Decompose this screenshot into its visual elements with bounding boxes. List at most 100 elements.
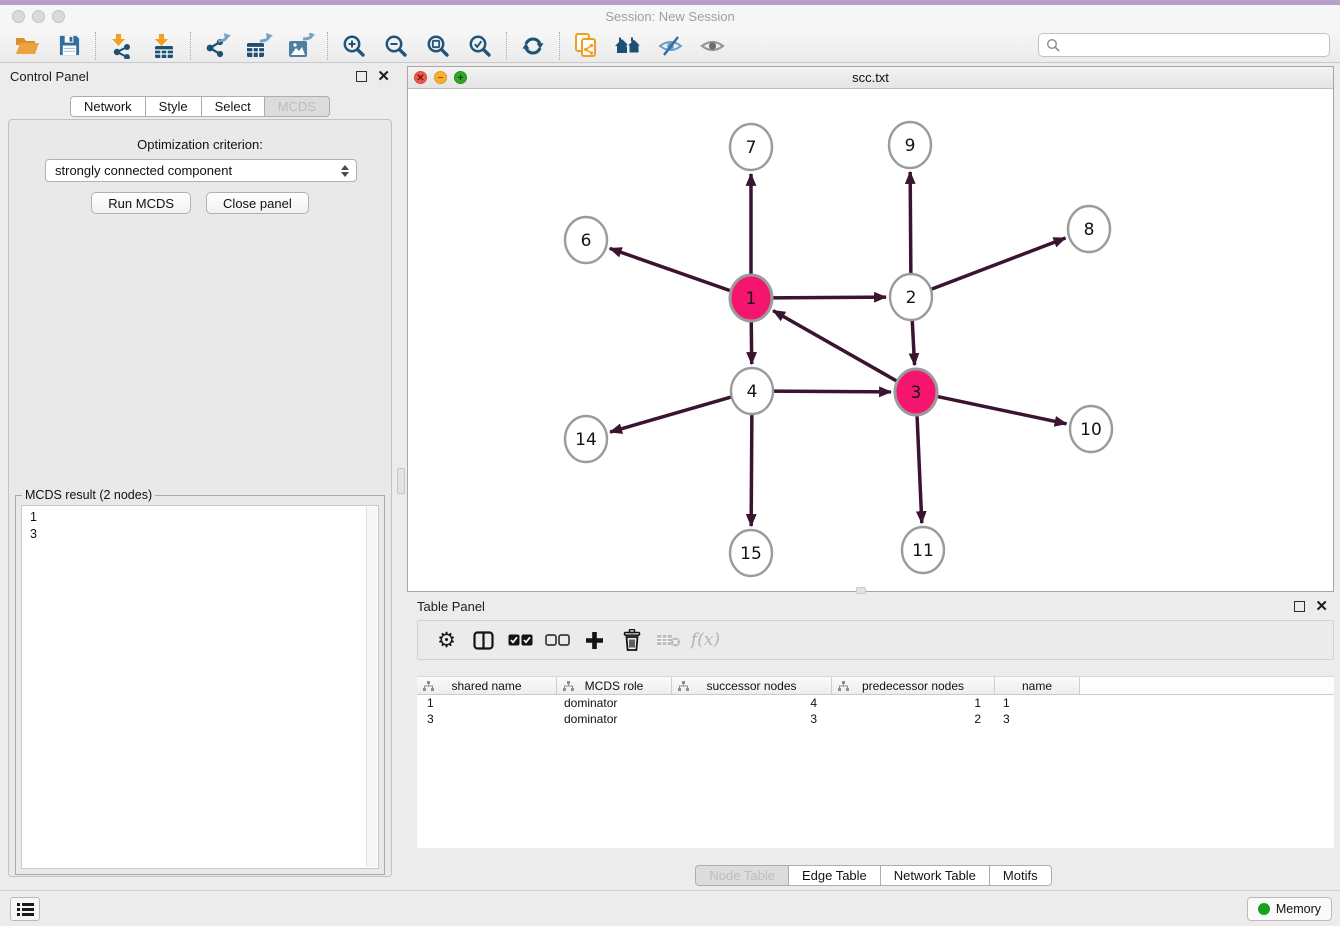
svg-text:15: 15 [740, 544, 762, 564]
tab-select[interactable]: Select [202, 96, 265, 117]
graph-node-2[interactable]: 2 [890, 274, 932, 320]
cell-successor-nodes[interactable]: 4 [672, 695, 832, 711]
cell-name[interactable]: 3 [995, 711, 1080, 727]
function-icon[interactable]: f(x) [687, 625, 724, 655]
vertical-splitter-handle[interactable] [397, 468, 405, 494]
graph-node-7[interactable]: 7 [730, 124, 772, 170]
import-network-icon[interactable] [101, 31, 143, 61]
graph-node-10[interactable]: 10 [1070, 406, 1112, 452]
graph-edge-3-10[interactable] [935, 396, 1067, 424]
tab-motifs[interactable]: Motifs [990, 865, 1052, 886]
graph-edge-3-1[interactable] [773, 311, 899, 383]
save-icon[interactable] [48, 31, 90, 61]
search-icon [1046, 38, 1060, 52]
zoom-in-icon[interactable] [333, 31, 375, 61]
graph-node-8[interactable]: 8 [1068, 206, 1110, 252]
status-bar: Memory [0, 890, 1340, 926]
graph-node-4[interactable]: 4 [731, 368, 773, 414]
float-panel-icon[interactable] [356, 71, 367, 82]
cell-shared-name[interactable]: 3 [417, 711, 557, 727]
gear-icon[interactable]: ⚙ [428, 625, 465, 655]
tab-node-table[interactable]: Node Table [695, 865, 789, 886]
task-history-button[interactable] [10, 897, 40, 921]
cell-mcds-role[interactable]: dominator [557, 695, 672, 711]
graph-node-1[interactable]: 1 [730, 275, 772, 321]
column-header-filler [1080, 677, 1334, 694]
float-table-panel-icon[interactable] [1294, 601, 1305, 612]
table-row[interactable]: 3 dominator 3 2 3 [417, 711, 1334, 727]
duplicate-network-icon[interactable] [565, 31, 607, 61]
show-eye-icon[interactable] [691, 31, 733, 61]
delete-table-icon[interactable] [650, 625, 687, 655]
zoom-out-icon[interactable] [375, 31, 417, 61]
zoom-selected-icon[interactable] [459, 31, 501, 61]
run-mcds-button[interactable]: Run MCDS [91, 192, 191, 214]
graph-edge-3-11[interactable] [917, 413, 922, 523]
graph-edge-4-3[interactable] [771, 391, 891, 392]
memory-button[interactable]: Memory [1247, 897, 1332, 921]
add-icon[interactable] [576, 625, 613, 655]
graph-node-15[interactable]: 15 [730, 530, 772, 576]
export-table-icon[interactable] [238, 31, 280, 61]
network-view-window: ✕ − + scc.txt 7 9 6 8 1 2 4 3 14 10 15 11 [407, 66, 1334, 592]
graph-edge-4-15[interactable] [751, 412, 752, 526]
cell-shared-name[interactable]: 1 [417, 695, 557, 711]
graph-node-11[interactable]: 11 [902, 527, 944, 573]
criterion-select[interactable]: strongly connected component [45, 159, 357, 182]
export-network-icon[interactable] [196, 31, 238, 61]
zoom-fit-icon[interactable] [417, 31, 459, 61]
cell-successor-nodes[interactable]: 3 [672, 711, 832, 727]
close-panel-icon[interactable]: ✕ [377, 71, 390, 82]
list-icon [17, 902, 34, 917]
export-image-icon[interactable] [280, 31, 322, 61]
cell-mcds-role[interactable]: dominator [557, 711, 672, 727]
deselect-checkboxes-icon[interactable] [539, 625, 576, 655]
cell-name[interactable]: 1 [995, 695, 1080, 711]
hide-eye-icon[interactable] [649, 31, 691, 61]
attribute-hierarchy-icon [563, 681, 574, 692]
mcds-panel: Optimization criterion: strongly connect… [8, 119, 392, 877]
graph-edge-1-2[interactable] [770, 297, 886, 298]
graph-edge-2-3[interactable] [912, 318, 914, 365]
houses-icon[interactable] [607, 31, 649, 61]
network-window-title: scc.txt [408, 70, 1333, 85]
attribute-hierarchy-icon [423, 681, 434, 692]
graph-edge-2-8[interactable] [929, 238, 1065, 290]
split-pane-icon[interactable] [465, 625, 502, 655]
column-header-shared-name[interactable]: shared name [417, 677, 557, 694]
import-table-icon[interactable] [143, 31, 185, 61]
graph-node-6[interactable]: 6 [565, 217, 607, 263]
svg-text:1: 1 [746, 289, 757, 309]
cell-predecessor-nodes[interactable]: 2 [832, 711, 995, 727]
graph-edge-1-6[interactable] [610, 248, 733, 291]
graph-edge-2-9[interactable] [910, 172, 911, 276]
tab-network[interactable]: Network [70, 96, 146, 117]
open-folder-icon[interactable] [6, 31, 48, 61]
search-input[interactable] [1060, 35, 1329, 55]
refresh-icon[interactable] [512, 31, 554, 61]
svg-text:2: 2 [906, 288, 917, 308]
mcds-result-textarea[interactable]: 1 3 [21, 505, 379, 869]
column-header-successor-nodes[interactable]: successor nodes [672, 677, 832, 694]
graph-node-14[interactable]: 14 [565, 416, 607, 462]
graph-edge-4-14[interactable] [610, 396, 733, 432]
tab-edge-table[interactable]: Edge Table [789, 865, 881, 886]
select-all-checkboxes-icon[interactable] [502, 625, 539, 655]
svg-text:9: 9 [905, 136, 916, 156]
cell-predecessor-nodes[interactable]: 1 [832, 695, 995, 711]
delete-icon[interactable] [613, 625, 650, 655]
table-row[interactable]: 1 dominator 4 1 1 [417, 695, 1334, 711]
tab-network-table[interactable]: Network Table [881, 865, 990, 886]
tab-mcds[interactable]: MCDS [265, 96, 330, 117]
close-panel-button[interactable]: Close panel [206, 192, 309, 214]
graph-node-9[interactable]: 9 [889, 122, 931, 168]
result-scrollbar[interactable] [366, 507, 377, 867]
network-window-titlebar[interactable]: ✕ − + scc.txt [408, 67, 1333, 89]
select-stepper-icon [337, 161, 353, 180]
column-header-mcds-role[interactable]: MCDS role [557, 677, 672, 694]
tab-style[interactable]: Style [146, 96, 202, 117]
close-table-panel-icon[interactable]: ✕ [1315, 601, 1328, 612]
column-header-predecessor-nodes[interactable]: predecessor nodes [832, 677, 995, 694]
column-header-name[interactable]: name [995, 677, 1080, 694]
graph-node-3[interactable]: 3 [895, 369, 937, 415]
